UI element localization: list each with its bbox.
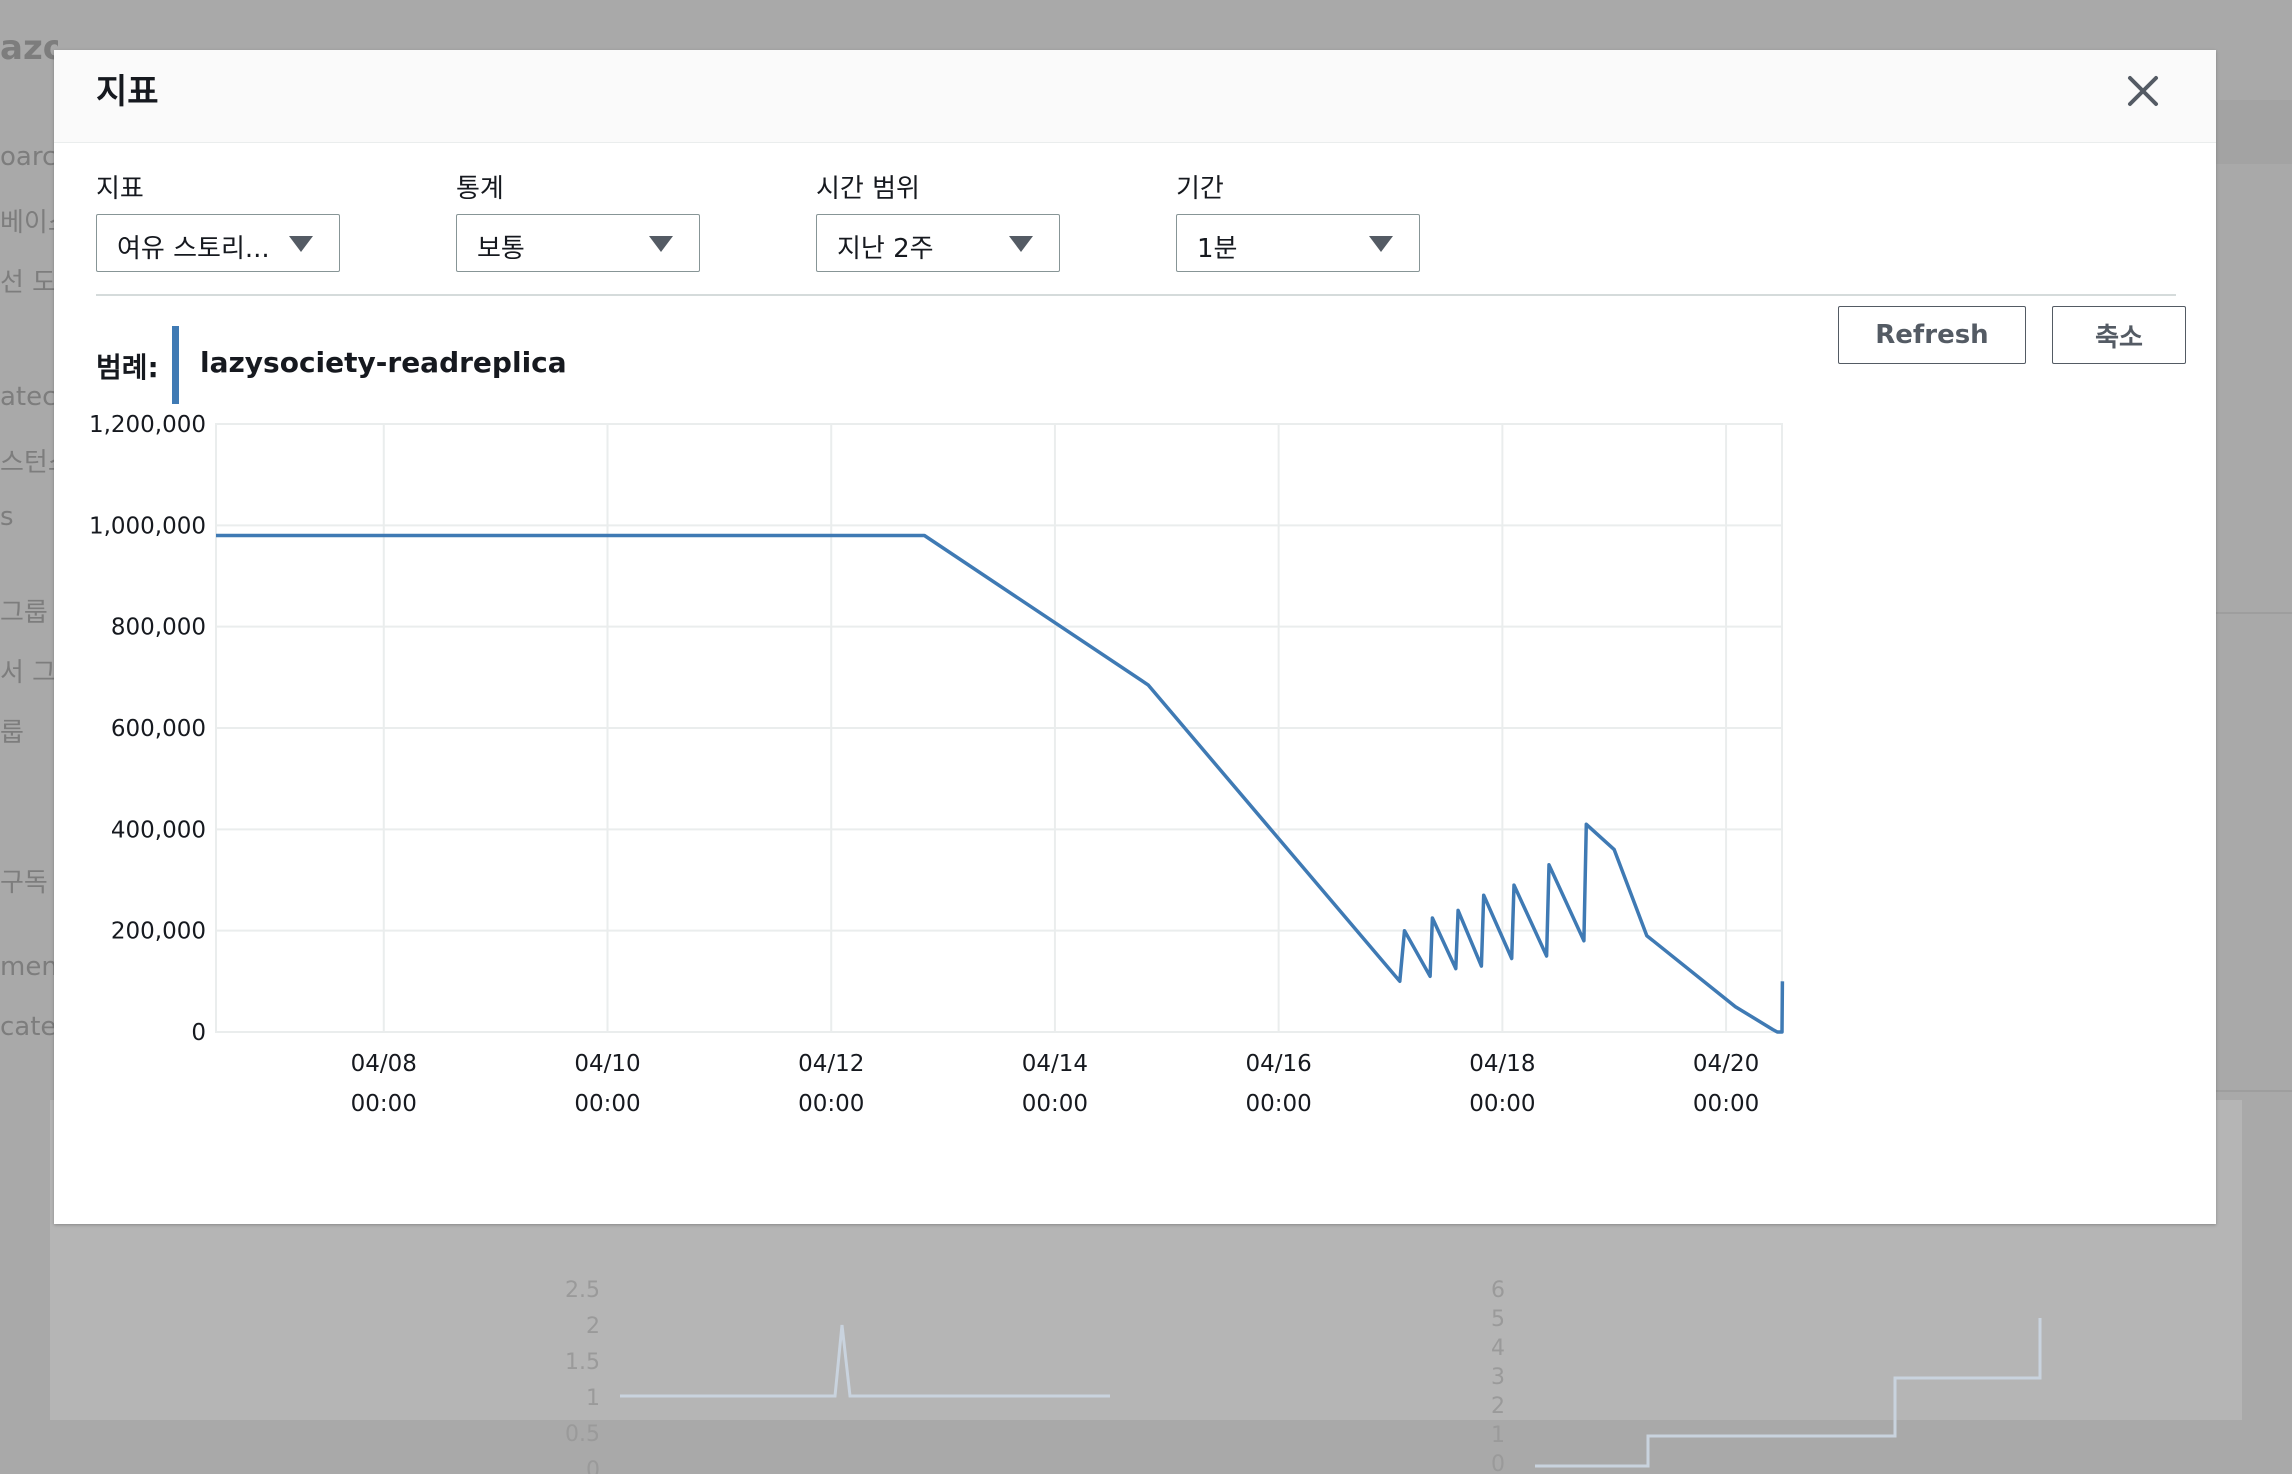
x-tick-date-label: 04/10 [574,1051,640,1077]
y-tick-label: 400,000 [111,817,206,843]
x-axis-ticks: 04/08 00:00 04/10 00:00 04/12 00:00 04/14 00:00… [351,1051,1760,1117]
background-chart-2-tick: 3 [1491,1365,1505,1390]
background-chart-2-tick: 2 [1491,1394,1505,1419]
background-chart-2-line [1535,1318,2042,1468]
x-tick-time-label: 00:00 [1022,1091,1088,1117]
x-tick-date-label: 04/08 [351,1051,417,1077]
y-tick-label: 200,000 [111,919,206,945]
background-chart-1-ticks: 2.5 2 1.5 1 0.5 0 [565,1278,600,1474]
y-tick-label: 1,000,000 [89,513,206,539]
x-tick-date-label: 04/16 [1245,1051,1311,1077]
x-tick-date-label: 04/20 [1693,1051,1759,1077]
x-tick-time-label: 00:00 [351,1091,417,1117]
y-tick-label: 0 [191,1020,206,1046]
chart-series [216,533,1785,1034]
x-tick-time-label: 00:00 [574,1091,640,1117]
background-chart-1-tick: 2 [586,1314,600,1339]
background-chart-1-tick: 2.5 [565,1278,600,1303]
y-tick-label: 600,000 [111,716,206,742]
x-tick-time-label: 00:00 [1469,1091,1535,1117]
background-chart-2-tick: 5 [1491,1307,1505,1332]
x-tick-date-label: 04/12 [798,1051,864,1077]
background-chart-2-tick: 0 [1491,1452,1505,1474]
background-chart-1-tick: 0.5 [565,1422,600,1447]
x-tick-date-label: 04/18 [1469,1051,1535,1077]
x-tick-date-label: 04/14 [1022,1051,1088,1077]
y-tick-label: 1,200,000 [89,412,206,438]
background-chart-1-line [620,1324,1110,1398]
background-chart-2-tick: 6 [1491,1278,1505,1303]
background-chart-2-ticks: 6 5 4 3 2 1 0 [1491,1278,1505,1474]
background-chart-2-tick: 4 [1491,1336,1505,1361]
x-tick-time-label: 00:00 [798,1091,864,1117]
background-chart-1-tick: 0 [586,1458,600,1474]
metric-chart: 1,200,000 1,000,000 800,000 600,000 400,000 2… [89,412,1785,1117]
metrics-modal: 지표 지표 여유 스토리... 통계 보통 시간 범위 지난 2주 기간 1분 … [54,50,2216,1224]
background-chart-1-tick: 1 [586,1386,600,1411]
x-tick-time-label: 00:00 [1245,1091,1311,1117]
series-line-lazysociety-readreplica [216,533,1785,1034]
background-chart-2-tick: 1 [1491,1423,1505,1448]
x-tick-time-label: 00:00 [1693,1091,1759,1117]
y-tick-label: 800,000 [111,615,206,641]
y-axis-ticks: 1,200,000 1,000,000 800,000 600,000 400,000 2… [89,412,206,1046]
background-chart-1-tick: 1.5 [565,1350,600,1375]
